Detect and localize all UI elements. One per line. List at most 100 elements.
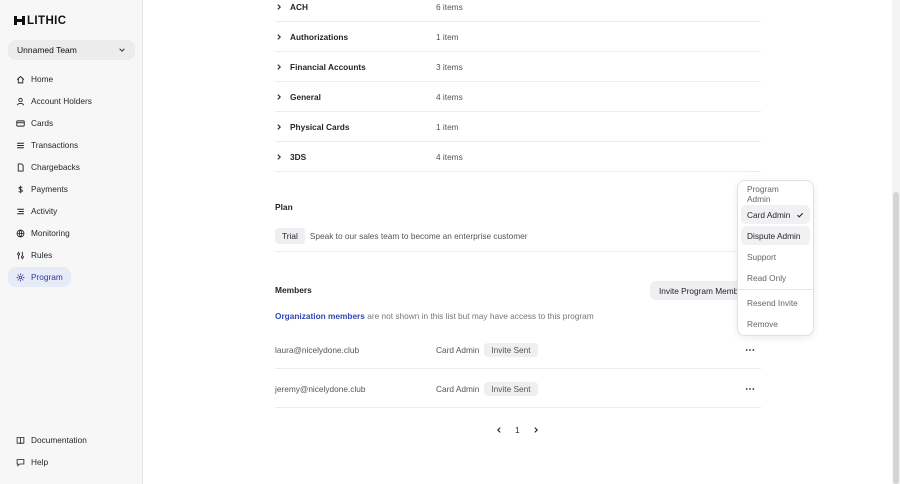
chevron-right-icon[interactable] xyxy=(532,426,540,434)
more-options-icon[interactable] xyxy=(745,345,755,355)
permission-row-authorizations[interactable]: Authorizations 1 item xyxy=(275,22,761,52)
list-icon xyxy=(17,142,24,148)
chevron-left-icon[interactable] xyxy=(495,426,503,434)
menu-item-read-only[interactable]: Read Only xyxy=(741,268,810,287)
permission-row-financial-accounts[interactable]: Financial Accounts 3 items xyxy=(275,52,761,82)
rules-icon xyxy=(17,251,24,259)
nav-item-program[interactable]: Program xyxy=(8,267,71,287)
invite-program-member-button[interactable]: Invite Program Member xyxy=(650,281,746,300)
card-icon xyxy=(16,119,25,127)
member-role[interactable]: Card Admin xyxy=(436,345,479,355)
plan-heading: Plan xyxy=(275,202,293,212)
book-icon xyxy=(16,436,25,444)
logo-mark-icon xyxy=(14,16,25,25)
nav-item-cards[interactable]: Cards xyxy=(8,113,135,133)
permission-name: ACH xyxy=(290,1,308,12)
logo: LITHIC xyxy=(14,14,67,27)
permission-name: General xyxy=(290,91,321,102)
more-options-icon[interactable] xyxy=(745,384,755,394)
nav-item-help[interactable]: Help xyxy=(8,452,135,472)
permission-row-ach[interactable]: ACH 6 items xyxy=(275,0,761,22)
menu-item-resend-invite[interactable]: Resend Invite xyxy=(741,293,810,312)
permission-name: Physical Cards xyxy=(290,121,350,132)
menu-item-program-admin[interactable]: Program Admin xyxy=(741,184,810,204)
nav-item-label: Rules xyxy=(31,250,53,260)
members-note-text: are not shown in this list but may have … xyxy=(364,311,594,321)
permission-row-3ds[interactable]: 3DS 4 items xyxy=(275,142,761,172)
member-email: jeremy@nicelydone.club xyxy=(275,383,366,394)
chevron-right-icon xyxy=(277,123,281,130)
checkmark-icon xyxy=(797,212,804,218)
gear-icon xyxy=(16,273,25,281)
menu-item-support[interactable]: Support xyxy=(741,247,810,266)
permission-name: 3DS xyxy=(290,151,307,162)
nav-item-label: Transactions xyxy=(31,140,79,150)
nav-item-monitoring[interactable]: Monitoring xyxy=(8,223,135,243)
menu-item-remove[interactable]: Remove xyxy=(741,314,810,333)
nav-item-transactions[interactable]: Transactions xyxy=(8,135,135,155)
member-status-badge: Invite Sent xyxy=(484,381,538,396)
menu-separator xyxy=(738,289,813,290)
nav-item-label: Home xyxy=(31,74,54,84)
dollar-icon xyxy=(18,185,23,193)
nav-item-label: Program xyxy=(31,272,63,282)
nav-item-label: Monitoring xyxy=(31,228,70,238)
chevron-right-icon xyxy=(277,3,281,10)
team-name: Unnamed Team xyxy=(17,45,77,55)
permission-row-physical-cards[interactable]: Physical Cards 1 item xyxy=(275,112,761,142)
pagination: 1 xyxy=(495,425,540,435)
globe-icon xyxy=(16,229,25,238)
member-row: jeremy@nicelydone.club Card Admin Invite… xyxy=(275,370,761,408)
nav-item-label: Chargebacks xyxy=(31,162,80,172)
member-email: laura@nicelydone.club xyxy=(275,344,360,355)
sidebar-footer: Documentation Help xyxy=(8,430,135,474)
menu-item-dispute-admin[interactable]: Dispute Admin xyxy=(741,226,810,245)
vertical-scrollbar[interactable] xyxy=(892,0,900,484)
nav-item-payments[interactable]: Payments xyxy=(8,179,135,199)
menu-item-label: Card Admin xyxy=(747,209,791,220)
nav-item-label: Help xyxy=(31,457,49,467)
nav-item-documentation[interactable]: Documentation xyxy=(8,430,135,450)
plan-row: Trial Speak to our sales team to become … xyxy=(275,228,528,244)
nav-item-home[interactable]: Home xyxy=(8,69,135,89)
team-selector[interactable]: Unnamed Team xyxy=(8,40,135,60)
permission-name: Authorizations xyxy=(290,31,349,42)
permission-count: 4 items xyxy=(436,151,463,162)
chevron-right-icon xyxy=(277,63,281,70)
nav-item-chargebacks[interactable]: Chargebacks xyxy=(8,157,135,177)
menu-item-card-admin[interactable]: Card Admin xyxy=(741,205,810,224)
permission-count: 6 items xyxy=(436,1,463,12)
brand-name: LITHIC xyxy=(27,14,67,27)
member-row: laura@nicelydone.club Card Admin Invite … xyxy=(275,331,761,369)
members-note: Organization members are not shown in th… xyxy=(275,311,594,321)
app-window: LITHIC Unnamed Team Home Account Holders… xyxy=(0,0,900,484)
scrollbar-thumb[interactable] xyxy=(893,192,899,484)
document-icon xyxy=(17,162,24,172)
member-role[interactable]: Card Admin xyxy=(436,384,479,394)
nav-item-activity[interactable]: Activity xyxy=(8,201,135,221)
chevron-down-icon xyxy=(119,48,125,52)
chevron-right-icon xyxy=(277,93,281,100)
permission-count: 1 item xyxy=(436,31,459,42)
section-divider xyxy=(275,251,761,252)
permission-row-general[interactable]: General 4 items xyxy=(275,82,761,112)
nav-item-label: Documentation xyxy=(31,435,87,445)
chat-icon xyxy=(16,458,25,467)
nav-item-label: Payments xyxy=(31,184,68,194)
permission-count: 4 items xyxy=(436,91,463,102)
permission-count: 1 item xyxy=(436,121,459,132)
plan-description: Speak to our sales team to become an ent… xyxy=(309,231,528,241)
organization-members-link[interactable]: Organization members xyxy=(275,311,365,321)
chevron-right-icon xyxy=(277,33,281,40)
nav-item-account-holders[interactable]: Account Holders xyxy=(8,91,135,111)
user-icon xyxy=(16,97,25,105)
sidebar: LITHIC Unnamed Team Home Account Holders… xyxy=(0,0,143,484)
main-nav: Home Account Holders Cards Transactions … xyxy=(8,69,135,289)
member-status-badge: Invite Sent xyxy=(484,342,538,357)
plan-tier-badge: Trial xyxy=(275,228,305,244)
chevron-right-icon xyxy=(277,153,281,160)
nav-item-rules[interactable]: Rules xyxy=(8,245,135,265)
home-icon xyxy=(16,75,25,83)
nav-item-label: Account Holders xyxy=(31,96,92,106)
current-page[interactable]: 1 xyxy=(515,425,520,435)
